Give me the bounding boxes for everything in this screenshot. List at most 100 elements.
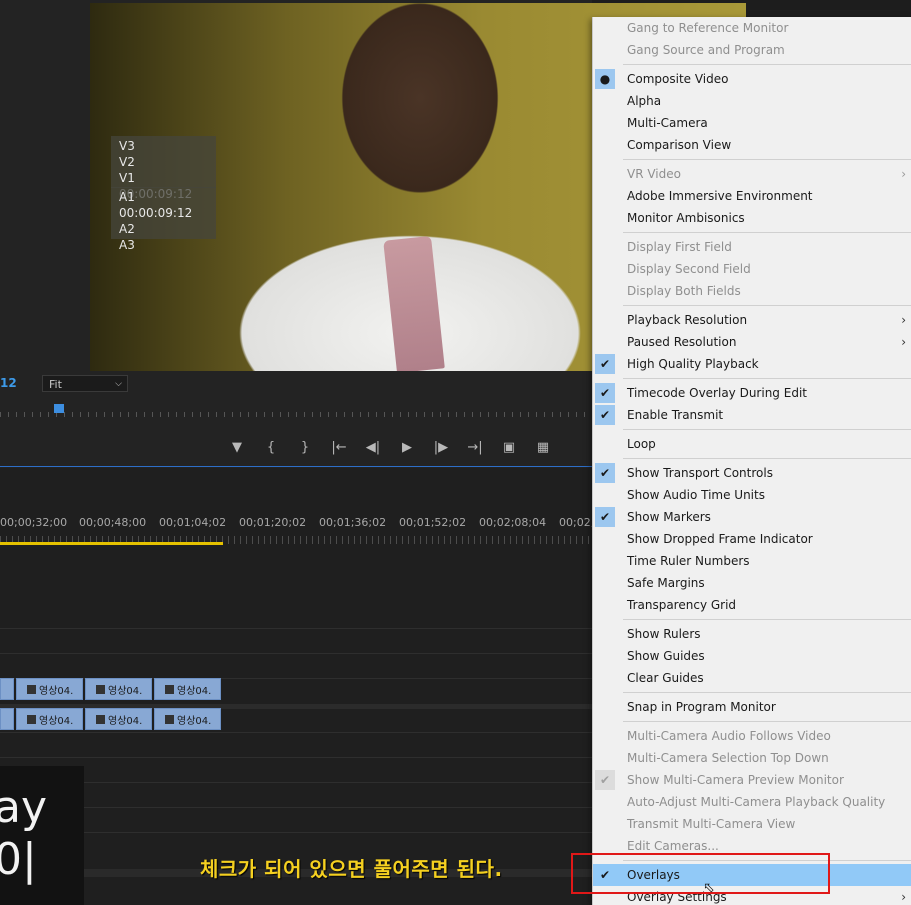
menu-item-show-dropped-frame-indicator[interactable]: Show Dropped Frame Indicator (593, 528, 911, 550)
checkmark-icon: ✔ (595, 354, 615, 374)
track-divider (0, 782, 592, 783)
fx-icon (27, 714, 36, 724)
menu-item-monitor-ambisonics[interactable]: Monitor Ambisonics (593, 207, 911, 229)
checkmark-icon: ✔ (595, 463, 615, 483)
menu-separator (623, 305, 911, 306)
zoom-select[interactable]: Fit ⌵ (42, 375, 128, 392)
menu-item-label: Transmit Multi-Camera View (627, 817, 796, 831)
menu-item-display-first-field: Display First Field (593, 236, 911, 258)
audio-clip[interactable]: 영상04. (85, 708, 152, 730)
menu-separator (623, 458, 911, 459)
video-clip[interactable]: 영상04. (85, 678, 152, 700)
menu-item-timecode-overlay-during-edit[interactable]: ✔ Timecode Overlay During Edit (593, 382, 911, 404)
transport-controls: ▼ { } |← ◀| ▶ |▶ →| ▣ ▦ (220, 437, 560, 457)
menu-item-safe-margins[interactable]: Safe Margins (593, 572, 911, 594)
checkmark-icon: ✔ (595, 405, 615, 425)
menu-item-label: Multi-Camera Selection Top Down (627, 751, 829, 765)
menu-item-show-guides[interactable]: Show Guides (593, 645, 911, 667)
menu-item-clear-guides[interactable]: Clear Guides (593, 667, 911, 689)
menu-item-high-quality-playback[interactable]: ✔ High Quality Playback (593, 353, 911, 375)
menu-item-show-markers[interactable]: ✔ Show Markers (593, 506, 911, 528)
menu-item-alpha[interactable]: Alpha (593, 90, 911, 112)
mark-in-icon: { (266, 439, 276, 455)
menu-item-gang-source-and-program: Gang Source and Program (593, 39, 911, 61)
mark-out-button[interactable]: } (288, 437, 322, 457)
menu-item-display-both-fields: Display Both Fields (593, 280, 911, 302)
menu-item-label: High Quality Playback (627, 357, 759, 371)
menu-item-adobe-immersive-environment[interactable]: Adobe Immersive Environment (593, 185, 911, 207)
ruler-label: 00;02;08;04 (479, 516, 547, 529)
menu-item-label: Playback Resolution (627, 313, 748, 327)
go-to-in-button[interactable]: |← (322, 437, 356, 457)
monitor-time-ruler[interactable] (0, 403, 590, 417)
fx-icon (27, 684, 36, 694)
title-line: 0| (0, 834, 37, 885)
menu-item-comparison-view[interactable]: Comparison View (593, 134, 911, 156)
menu-item-time-ruler-numbers[interactable]: Time Ruler Numbers (593, 550, 911, 572)
menu-item-show-transport-controls[interactable]: ✔ Show Transport Controls (593, 462, 911, 484)
menu-item-label: Auto-Adjust Multi-Camera Playback Qualit… (627, 795, 886, 809)
track-divider (0, 732, 592, 733)
playhead-timecode[interactable]: 12 (0, 376, 17, 390)
video-clip[interactable]: 영상04. (154, 678, 221, 700)
menu-item-composite-video[interactable]: ● Composite Video (593, 68, 911, 90)
menu-separator (623, 692, 911, 693)
menu-item-snap-in-program-monitor[interactable]: Snap in Program Monitor (593, 696, 911, 718)
ruler-label: 00;00;32;00 (0, 516, 68, 529)
extract-button[interactable]: ▦ (526, 437, 560, 457)
fx-icon (165, 714, 174, 724)
clip-label: 영상04. (108, 685, 143, 697)
title-overlay-text: ay 0| (0, 766, 84, 905)
chevron-right-icon: › (901, 167, 906, 181)
program-monitor-context-menu: Gang to Reference Monitor Gang Source and… (592, 17, 911, 905)
menu-item-label: Time Ruler Numbers (627, 554, 750, 568)
video-track-overlay: V3 V2 V1 00:00:09:12 (111, 136, 216, 201)
fx-icon (96, 714, 105, 724)
menu-item-enable-transmit[interactable]: ✔ Enable Transmit (593, 404, 911, 426)
menu-item-show-audio-time-units[interactable]: Show Audio Time Units (593, 484, 911, 506)
play-icon: ▶ (402, 439, 412, 455)
menu-item-label: Gang Source and Program (627, 43, 785, 57)
track-divider (0, 653, 592, 654)
clip-label: 영상04. (177, 715, 212, 727)
mouse-cursor-icon: ⬁ (703, 880, 715, 896)
menu-item-label: VR Video (627, 167, 681, 181)
menu-item-show-rulers[interactable]: Show Rulers (593, 623, 911, 645)
overlay-line: A2 (119, 222, 135, 236)
menu-item-label: Transparency Grid (627, 598, 737, 612)
video-clip[interactable] (0, 678, 14, 700)
title-line: ay (0, 782, 48, 833)
menu-item-playback-resolution[interactable]: Playback Resolution › (593, 309, 911, 331)
ruler-label: 00;00;48;00 (79, 516, 147, 529)
menu-item-label: Display First Field (627, 240, 732, 254)
menu-item-paused-resolution[interactable]: Paused Resolution › (593, 331, 911, 353)
radio-dot-icon: ● (595, 69, 615, 89)
ruler-label: 00;01;52;02 (399, 516, 467, 529)
tutorial-caption: 체크가 되어 있으면 풀어주면 된다. (200, 857, 503, 881)
go-to-out-icon: →| (467, 439, 483, 455)
checkmark-icon: ✔ (595, 770, 615, 790)
menu-item-transparency-grid[interactable]: Transparency Grid (593, 594, 911, 616)
menu-item-multi-camera[interactable]: Multi-Camera (593, 112, 911, 134)
audio-clip[interactable] (0, 708, 14, 730)
work-area-bar[interactable] (0, 542, 223, 545)
checkmark-icon: ✔ (595, 507, 615, 527)
audio-clip[interactable]: 영상04. (154, 708, 221, 730)
step-forward-button[interactable]: |▶ (424, 437, 458, 457)
lift-button[interactable]: ▣ (492, 437, 526, 457)
menu-item-loop[interactable]: Loop (593, 433, 911, 455)
mark-in-button[interactable]: { (254, 437, 288, 457)
step-back-button[interactable]: ◀| (356, 437, 390, 457)
add-marker-button[interactable]: ▼ (220, 437, 254, 457)
video-clip[interactable]: 영상04. (16, 678, 83, 700)
menu-item-multi-camera-audio-follows-video: Multi-Camera Audio Follows Video (593, 725, 911, 747)
go-to-out-button[interactable]: →| (458, 437, 492, 457)
audio-clip[interactable]: 영상04. (16, 708, 83, 730)
panel-divider (0, 466, 592, 467)
go-to-in-icon: |← (331, 439, 347, 455)
menu-item-label: Show Multi-Camera Preview Monitor (627, 773, 844, 787)
menu-separator (623, 232, 911, 233)
playhead-handle[interactable] (54, 404, 64, 413)
zoom-select-value: Fit (49, 378, 62, 391)
play-button[interactable]: ▶ (390, 437, 424, 457)
